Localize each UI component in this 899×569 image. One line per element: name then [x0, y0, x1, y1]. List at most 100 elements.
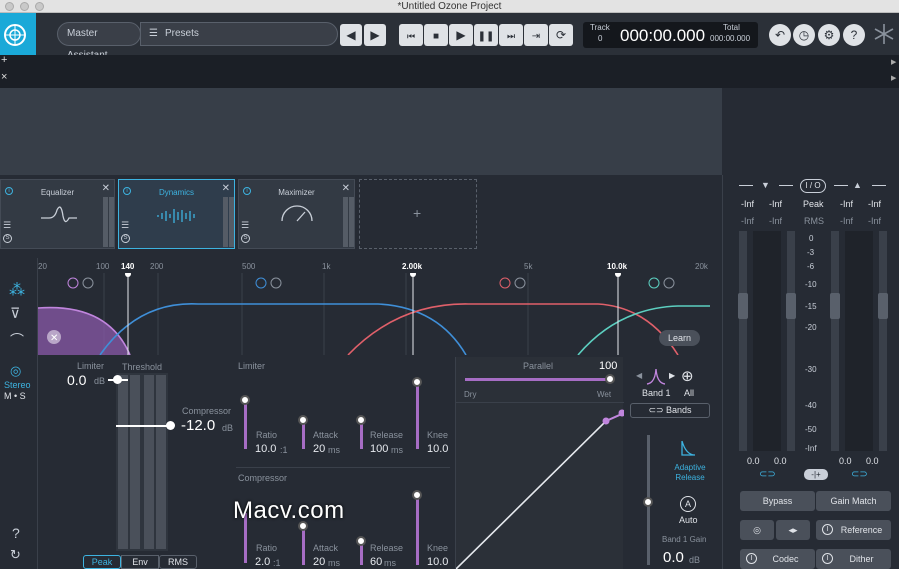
crossover-3-freq[interactable]: 10.0k	[607, 262, 627, 271]
module-dynamics[interactable]: i ✕ Dynamics ☰ S	[118, 179, 235, 249]
rewind-button[interactable]: ⏮	[399, 24, 423, 46]
output-gain-right-value[interactable]: 0.0	[866, 456, 879, 466]
output-link-icon[interactable]: ⊂⊃	[851, 469, 868, 480]
waveform-area[interactable]	[0, 88, 722, 175]
compressor-threshold-handle[interactable]	[116, 425, 170, 427]
auto-label[interactable]: Auto	[679, 515, 698, 525]
sync-button[interactable]: ⟳	[549, 24, 573, 46]
solo-icon[interactable]: S	[3, 234, 12, 243]
add-track-icon[interactable]: +	[1, 54, 7, 66]
bypass-button[interactable]: Bypass	[740, 491, 815, 511]
ms-mode-label[interactable]: M • S	[4, 391, 26, 401]
io-toggle-button[interactable]: I / O	[800, 179, 826, 193]
play-button[interactable]: ▶	[449, 24, 473, 46]
freq-tick-label: 200	[150, 262, 164, 271]
close-track-icon[interactable]: ×	[1, 71, 7, 83]
input-gain-slider-right[interactable]	[786, 231, 796, 451]
list-icon[interactable]: ☰	[121, 220, 129, 231]
stop-button[interactable]: ■	[424, 24, 448, 46]
solo-icon[interactable]: S	[241, 234, 250, 243]
curve-tool-icon[interactable]: ⌒	[10, 330, 24, 350]
swap-button[interactable]: ◂▸	[776, 520, 810, 540]
settings-button[interactable]: ⚙	[818, 24, 840, 46]
module-maximizer[interactable]: i ✕ Maximizer ☰ S	[238, 179, 355, 249]
loop-button[interactable]: ⇥	[524, 24, 548, 46]
band-next-icon[interactable]: ▶	[669, 371, 675, 380]
limiter-release-value[interactable]: 100	[370, 443, 388, 455]
preset-next-button[interactable]: ▶	[364, 24, 386, 46]
triangle-down-icon[interactable]: ▼	[761, 180, 770, 190]
undo-button[interactable]: ↶	[769, 24, 791, 46]
bands-button[interactable]: ⊂⊃ Bands	[630, 403, 710, 418]
refresh-icon[interactable]: ↻	[10, 547, 21, 563]
history-button[interactable]: ◷	[793, 24, 815, 46]
pause-button[interactable]: ❚❚	[474, 24, 498, 46]
band-prev-icon[interactable]: ◀	[636, 371, 642, 380]
select-tool-icon[interactable]: ⁂	[9, 280, 25, 300]
filter-tool-icon[interactable]: ⊽	[10, 305, 20, 322]
stereo-mode-label[interactable]: Stereo	[4, 380, 31, 390]
compressor-release-value[interactable]: 60	[370, 556, 382, 568]
input-gain-right-value[interactable]: 0.0	[774, 456, 787, 466]
parallel-value[interactable]: 100	[599, 360, 617, 372]
transfer-curve[interactable]	[456, 403, 624, 569]
compressor-knee-value[interactable]: 10.0	[427, 556, 448, 568]
parallel-slider[interactable]	[465, 378, 611, 381]
limiter-knee-value[interactable]: 10.0	[427, 443, 448, 455]
limiter-ratio-value[interactable]: 10.0	[255, 443, 276, 455]
output-gain-slider-right[interactable]	[878, 231, 888, 451]
reference-button[interactable]: I Reference	[816, 520, 891, 540]
dither-button[interactable]: I Dither	[816, 549, 891, 569]
solo-icon[interactable]: S	[121, 234, 130, 243]
crossover-2-freq[interactable]: 2.00k	[402, 262, 422, 271]
skip-forward-button[interactable]: ⏭	[499, 24, 523, 46]
codec-button[interactable]: I Codec	[740, 549, 815, 569]
limiter-attack-value[interactable]: 20	[313, 443, 325, 455]
compressor-attack-value[interactable]: 20	[313, 556, 325, 568]
adaptive-release-label[interactable]: Adaptive Release	[673, 463, 707, 483]
band-1-label[interactable]: Band 1	[642, 388, 671, 398]
help-icon[interactable]: ?	[12, 525, 20, 541]
presets-button[interactable]: ☰ Presets	[140, 22, 338, 46]
output-gain-slider[interactable]	[830, 231, 840, 451]
scroll-right-icon[interactable]: ▶	[891, 58, 896, 66]
input-gain-slider[interactable]	[738, 231, 748, 451]
crossover-1-freq[interactable]: 140	[121, 262, 134, 271]
compressor-release-slider[interactable]	[360, 543, 363, 565]
limiter-threshold-value[interactable]: 0.0	[67, 372, 86, 388]
input-link-icon[interactable]: ⊂⊃	[759, 469, 776, 480]
learn-button[interactable]: Learn	[659, 330, 700, 346]
ozone-logo[interactable]	[0, 13, 36, 55]
all-bands-label[interactable]: All	[684, 388, 694, 398]
auto-icon[interactable]: A	[680, 496, 696, 512]
stereo-compare-button[interactable]: ◎	[740, 520, 774, 540]
compressor-knee-slider[interactable]	[416, 495, 419, 565]
compressor-attack-slider[interactable]	[302, 525, 305, 565]
gain-match-button[interactable]: Gain Match	[816, 491, 891, 511]
stereo-link-icon[interactable]: ◎	[10, 363, 21, 379]
threshold-meter[interactable]	[116, 373, 168, 551]
crossover-display[interactable]: ⁂ ⊽ ⌒ 20 100 140 200 500 1k 2.00k 5k 10.…	[0, 258, 722, 355]
globe-icon[interactable]: ⊕	[681, 367, 694, 385]
help-button[interactable]: ?	[843, 24, 865, 46]
detection-rms-button[interactable]: RMS	[159, 555, 197, 569]
delta-toggle-icon[interactable]: -|+	[804, 469, 828, 480]
list-icon[interactable]: ☰	[241, 220, 249, 231]
output-gain-left-value[interactable]: 0.0	[839, 456, 852, 466]
izotope-icon[interactable]	[873, 21, 895, 47]
detection-env-button[interactable]: Env	[121, 555, 159, 569]
band-gain-value[interactable]: 0.0	[663, 549, 684, 566]
compressor-threshold-value[interactable]: -12.0	[181, 417, 215, 434]
triangle-up-icon[interactable]: ▲	[853, 180, 862, 190]
limiter-knee-slider[interactable]	[416, 381, 419, 449]
input-gain-left-value[interactable]: 0.0	[747, 456, 760, 466]
compressor-ratio-value[interactable]: 2.0	[255, 556, 270, 568]
module-equalizer[interactable]: i ✕ Equalizer ☰ S	[0, 179, 115, 249]
add-module-slot[interactable]: +	[359, 179, 477, 249]
preset-prev-button[interactable]: ◀	[340, 24, 362, 46]
detection-peak-button[interactable]: Peak	[83, 555, 121, 569]
list-icon[interactable]: ☰	[3, 220, 11, 231]
limiter-ratio-slider[interactable]	[244, 399, 247, 449]
scroll-right-icon-2[interactable]: ▶	[891, 74, 896, 82]
master-assistant-button[interactable]: Master Assistant	[57, 22, 141, 61]
